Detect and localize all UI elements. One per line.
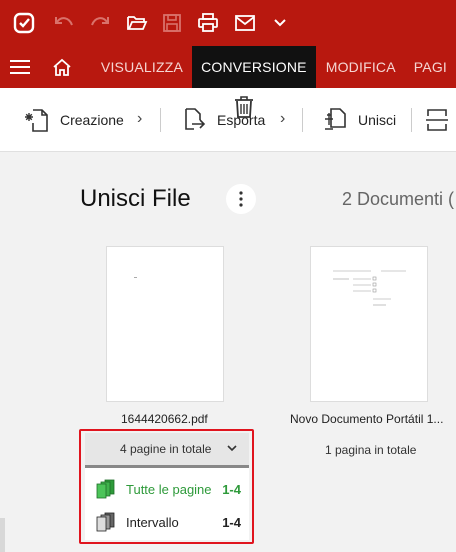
- redo-icon[interactable]: [88, 11, 112, 35]
- unisci-button[interactable]: Unisci: [322, 88, 396, 152]
- hamburger-menu-icon[interactable]: [0, 46, 40, 88]
- ribbon-toolbar: Creazione › Esporta › Unisci: [0, 88, 456, 152]
- undo-icon[interactable]: [52, 11, 76, 35]
- tab-pagine[interactable]: PAGI: [405, 46, 456, 88]
- email-icon[interactable]: [233, 11, 257, 35]
- thumbnail-content: [333, 270, 406, 306]
- file-name-2: Novo Documento Portátil 1...: [290, 412, 444, 426]
- merge-icon: [322, 107, 348, 133]
- title-bar: [0, 0, 456, 46]
- thumbnail-content: [134, 277, 137, 278]
- save-icon[interactable]: [160, 11, 184, 35]
- split-icon: [424, 107, 450, 133]
- toolbar-divider: [160, 108, 161, 132]
- trash-icon[interactable]: [233, 95, 255, 119]
- creazione-button[interactable]: Creazione: [24, 88, 124, 152]
- file-thumbnail-1[interactable]: [106, 246, 224, 402]
- chevron-down-icon[interactable]: [268, 11, 292, 35]
- highlight-box: [79, 429, 254, 544]
- open-folder-icon[interactable]: [125, 11, 149, 35]
- page-title: Unisci File: [80, 185, 191, 212]
- print-icon[interactable]: [196, 11, 220, 35]
- toolbar-divider: [302, 108, 303, 132]
- split-button[interactable]: [424, 88, 456, 152]
- more-options-icon[interactable]: [226, 184, 256, 214]
- tab-conversione[interactable]: CONVERSIONE: [192, 46, 316, 88]
- home-icon[interactable]: [40, 46, 85, 88]
- file-thumbnail-2[interactable]: [310, 246, 428, 402]
- file-name-1: 1644420662.pdf: [121, 412, 208, 426]
- create-document-icon: [24, 107, 50, 133]
- unisci-label: Unisci: [358, 112, 397, 128]
- menu-bar: VISUALIZZA CONVERSIONE MODIFICA PAGI: [0, 46, 456, 88]
- app-logo-icon[interactable]: [12, 11, 36, 35]
- creazione-chevron-icon[interactable]: ›: [137, 110, 142, 128]
- export-icon: [181, 107, 207, 133]
- left-panel-edge: [0, 518, 5, 552]
- tab-visualizza[interactable]: VISUALIZZA: [85, 46, 192, 88]
- toolbar-divider: [411, 108, 412, 132]
- tab-modifica[interactable]: MODIFICA: [316, 46, 405, 88]
- file-pages-2: 1 pagina in totale: [325, 443, 417, 457]
- esporta-chevron-icon[interactable]: ›: [280, 110, 285, 128]
- document-count: 2 Documenti (: [342, 189, 455, 209]
- creazione-label: Creazione: [60, 112, 124, 128]
